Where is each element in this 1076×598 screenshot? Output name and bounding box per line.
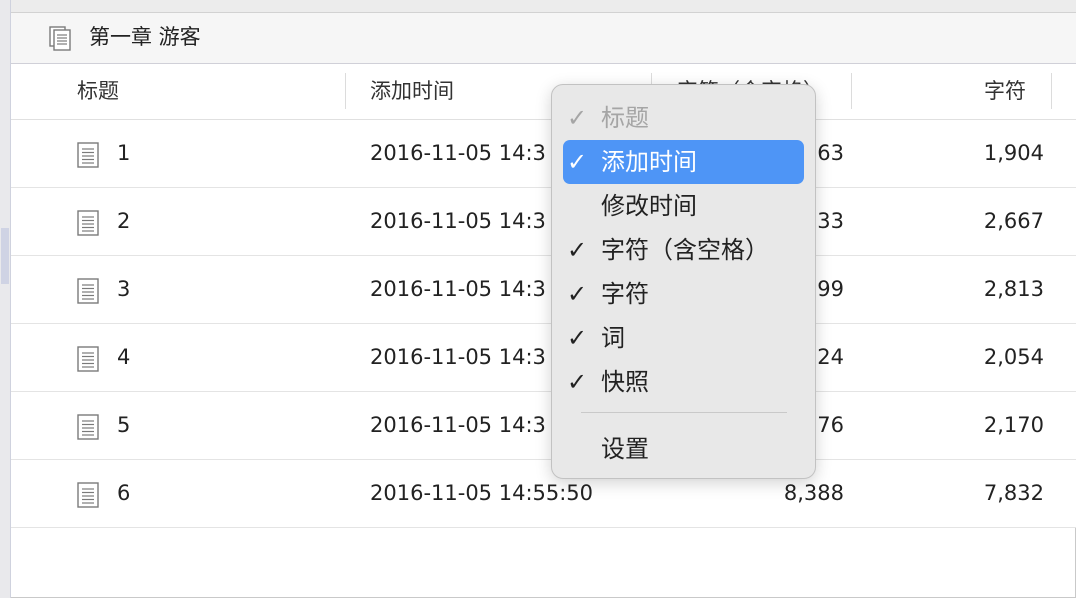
cell-added: 2016-11-05 14:3: [370, 277, 546, 301]
cell-chars: 7,832: [983, 481, 1044, 505]
cell-chars-with-spaces: 63: [817, 141, 844, 165]
menu-item-label: 设置: [601, 435, 649, 463]
document-icon: [77, 482, 99, 508]
document-icon: [77, 414, 99, 440]
column-separator[interactable]: [1051, 73, 1052, 109]
document-icon: [77, 346, 99, 372]
cell-added: 2016-11-05 14:3: [370, 413, 546, 437]
document-icon: [77, 142, 99, 168]
menu-divider: [581, 412, 787, 413]
cell-chars-with-spaces: 24: [817, 345, 844, 369]
menu-item-4[interactable]: ✓ 字符: [563, 272, 804, 316]
sidebar-edge[interactable]: [0, 0, 11, 598]
sidebar-scroll-thumb[interactable]: [1, 228, 9, 284]
cell-chars: 1,904: [983, 141, 1044, 165]
menu-item-label: 词: [601, 324, 625, 352]
table-row[interactable]: 1 2016-11-05 14:3 63 1,904: [11, 120, 1076, 188]
checkmark-icon: ✓: [567, 148, 588, 176]
column-header-row[interactable]: 标题 添加时间 字符（含空格） 字符: [11, 64, 1076, 120]
cell-added: 2016-11-05 14:3: [370, 141, 546, 165]
cell-title: 5: [117, 413, 131, 437]
checkmark-icon: ✓: [567, 104, 588, 132]
table-row[interactable]: 5 2016-11-05 14:3 876 2,170: [11, 392, 1076, 460]
menu-item-settings[interactable]: 设置: [563, 427, 804, 471]
menu-item-label: 字符: [601, 280, 649, 308]
menu-item-6[interactable]: ✓ 快照: [563, 360, 804, 404]
cell-chars-with-spaces: 8,388: [783, 481, 844, 505]
column-separator[interactable]: [345, 73, 346, 109]
menu-item-3[interactable]: ✓ 字符（含空格）: [563, 228, 804, 272]
menu-item-label: 修改时间: [601, 192, 697, 220]
checkmark-icon: ✓: [567, 324, 588, 352]
column-header-chars[interactable]: 字符: [984, 77, 1026, 105]
cell-chars: 2,813: [983, 277, 1044, 301]
document-icon: [77, 278, 99, 304]
menu-item-1[interactable]: ✓ 添加时间: [563, 140, 804, 184]
menu-item-label: 快照: [601, 368, 649, 396]
column-header-added[interactable]: 添加时间: [370, 77, 454, 105]
cell-chars: 2,667: [983, 209, 1044, 233]
cell-chars-with-spaces: 33: [817, 209, 844, 233]
menu-item-label: 标题: [601, 104, 649, 132]
cell-added: 2016-11-05 14:55:50: [370, 481, 594, 505]
checkmark-icon: ✓: [567, 236, 588, 264]
cell-chars: 2,054: [983, 345, 1044, 369]
cell-title: 3: [117, 277, 131, 301]
menu-item-0: ✓ 标题: [563, 96, 804, 140]
table-row[interactable]: 4 2016-11-05 14:3 24 2,054: [11, 324, 1076, 392]
column-separator[interactable]: [851, 73, 852, 109]
menu-item-2[interactable]: 修改时间: [563, 184, 804, 228]
table-row[interactable]: 3 2016-11-05 14:3 99 2,813: [11, 256, 1076, 324]
document-title: 第一章 游客: [89, 25, 201, 49]
menu-item-label: 添加时间: [601, 148, 697, 176]
cell-added: 2016-11-05 14:3: [370, 209, 546, 233]
checkmark-icon: ✓: [567, 280, 588, 308]
document-header: 第一章 游客: [11, 13, 1076, 64]
column-context-menu: ✓ 标题 ✓ 添加时间 修改时间 ✓ 字符（含空格） ✓ 字符 ✓ 词 ✓ 快照 设置: [551, 84, 816, 479]
documents-icon: [49, 26, 71, 51]
cell-title: 1: [117, 141, 131, 165]
document-icon: [77, 210, 99, 236]
cell-chars: 2,170: [983, 413, 1044, 437]
title-strip: [0, 0, 1076, 13]
cell-title: 2: [117, 209, 131, 233]
cell-added: 2016-11-05 14:3: [370, 345, 546, 369]
column-header-title[interactable]: 标题: [77, 77, 119, 105]
table-row[interactable]: 6 2016-11-05 14:55:50 8,388 7,832: [11, 460, 1076, 528]
cell-title: 4: [117, 345, 131, 369]
cell-title: 6: [117, 481, 131, 505]
menu-item-5[interactable]: ✓ 词: [563, 316, 804, 360]
checkmark-icon: ✓: [567, 368, 588, 396]
table-row[interactable]: 2 2016-11-05 14:3 33 2,667: [11, 188, 1076, 256]
menu-item-label: 字符（含空格）: [601, 236, 769, 264]
cell-chars-with-spaces: 99: [817, 277, 844, 301]
